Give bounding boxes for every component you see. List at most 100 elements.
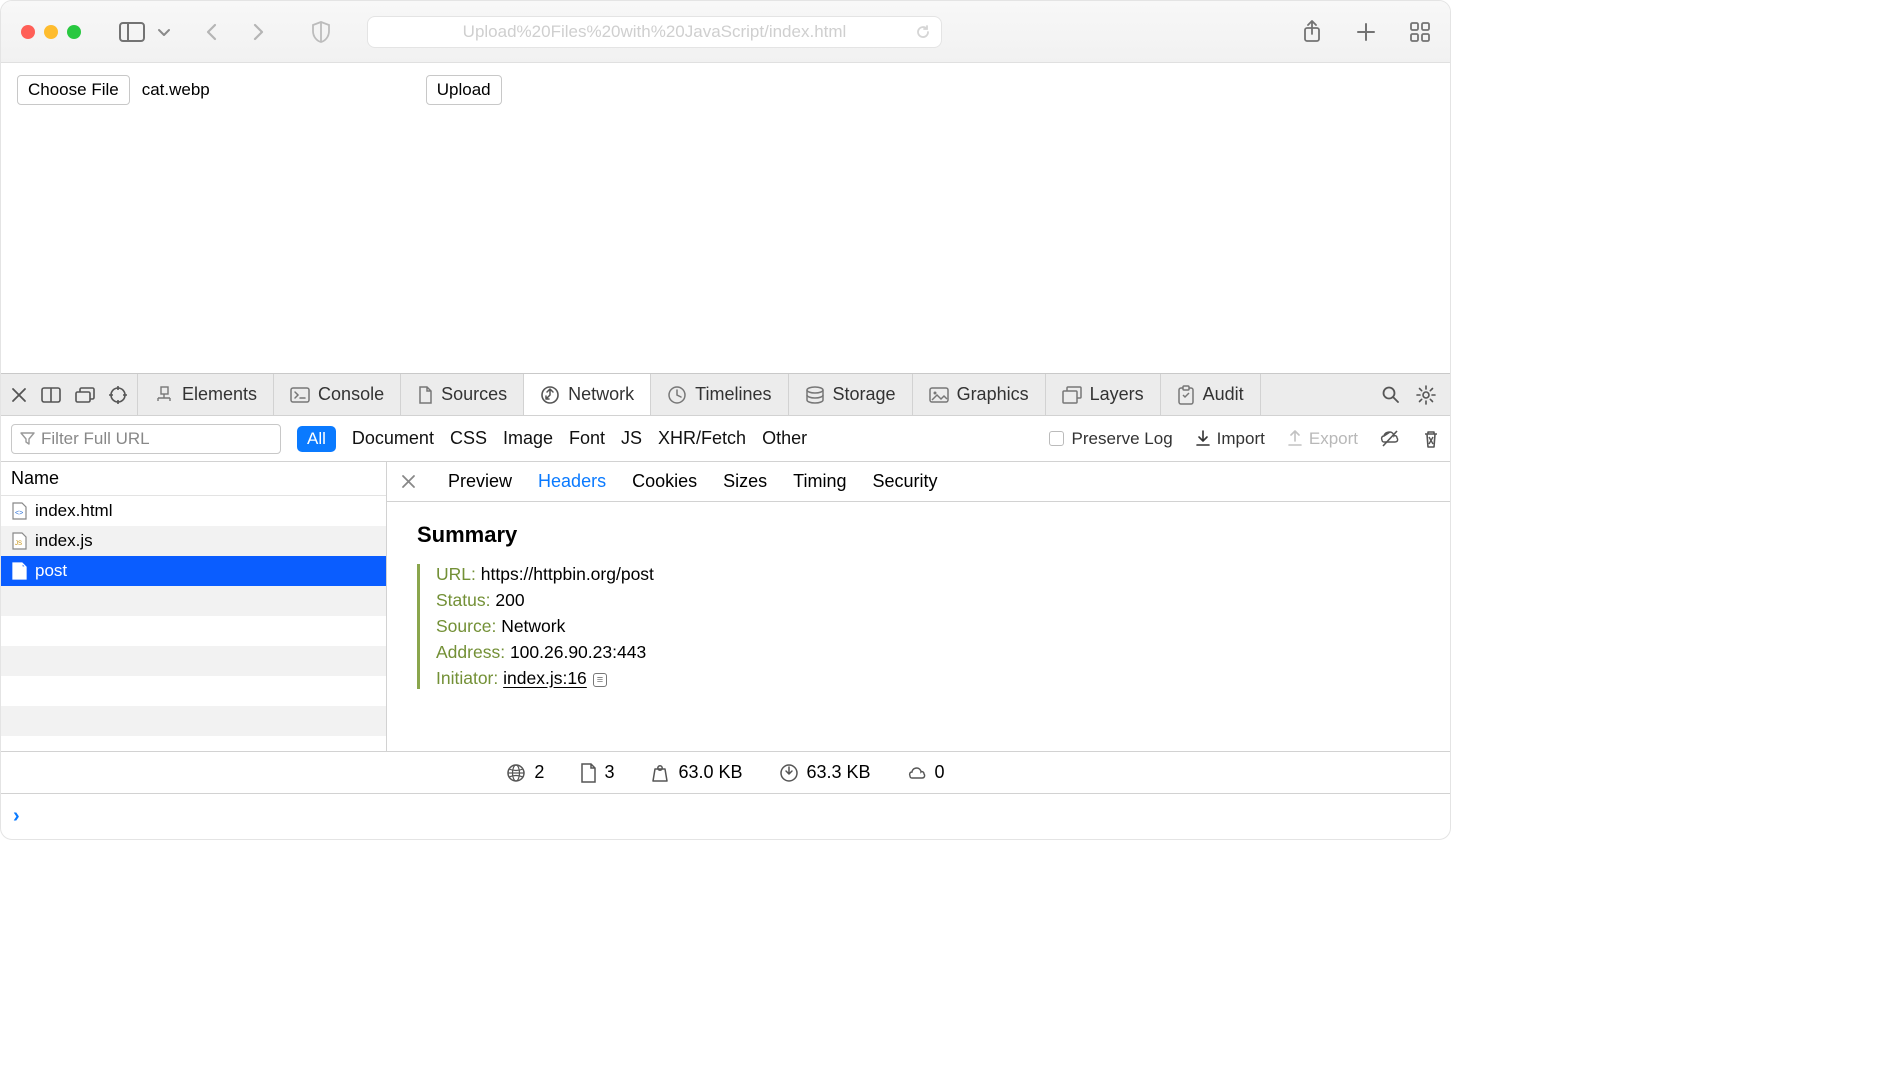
inspect-element-icon[interactable] [109, 386, 127, 404]
no-caching-icon[interactable] [1380, 429, 1400, 449]
titlebar: Upload%20Files%20with%20JavaScript/index… [1, 1, 1450, 63]
initiator-link[interactable]: index.js:16 [503, 668, 587, 688]
checkbox-icon [1049, 431, 1064, 446]
tab-storage[interactable]: Storage [789, 374, 913, 415]
tab-group-chevron-icon[interactable] [157, 25, 171, 39]
summary-status: Status: 200 [436, 590, 1420, 611]
tab-timelines[interactable]: Timelines [651, 374, 788, 415]
summary-url: URL: https://httpbin.org/post [436, 564, 1420, 585]
request-list-header[interactable]: Name [1, 462, 386, 496]
export-har-button[interactable]: Export [1287, 429, 1358, 449]
filter-xhr[interactable]: XHR/Fetch [658, 428, 746, 449]
filter-document[interactable]: Document [352, 428, 434, 449]
summary-heading: Summary [417, 522, 1420, 548]
file-input-widget: Choose File cat.webp [17, 75, 210, 105]
reload-icon[interactable] [915, 24, 931, 40]
close-details-icon[interactable] [401, 474, 416, 489]
clear-network-icon[interactable] [1422, 429, 1440, 449]
sidebar-toggle-icon[interactable] [119, 22, 145, 42]
file-icon [580, 763, 596, 783]
svg-text:<>: <> [15, 510, 23, 517]
console-drawer[interactable]: › [1, 793, 1450, 839]
filter-font[interactable]: Font [569, 428, 605, 449]
weight-icon [650, 764, 670, 782]
stat-errors: 0 [907, 762, 945, 783]
titlebar-right [1302, 20, 1430, 44]
tab-audit[interactable]: Audit [1161, 374, 1261, 415]
network-filter-bar: Filter Full URL All Document CSS Image F… [1, 416, 1450, 462]
request-row[interactable]: post [1, 556, 386, 586]
summary-source: Source: Network [436, 616, 1420, 637]
detail-tab-headers[interactable]: Headers [538, 471, 606, 492]
dock-side-icon[interactable] [41, 387, 61, 403]
back-button[interactable] [203, 23, 221, 41]
traffic-lights [21, 25, 81, 39]
url-bar[interactable]: Upload%20Files%20with%20JavaScript/index… [367, 16, 942, 48]
window-minimize-button[interactable] [44, 25, 58, 39]
new-tab-icon[interactable] [1356, 22, 1376, 42]
devtools: Elements Console Sources Network Timelin… [1, 373, 1450, 839]
request-list: <> index.html JS index.js post [1, 496, 386, 751]
detail-tab-cookies[interactable]: Cookies [632, 471, 697, 492]
devtools-search-icon[interactable] [1382, 386, 1400, 404]
summary-block: URL: https://httpbin.org/post Status: 20… [417, 564, 1420, 689]
stat-domains: 2 [506, 762, 544, 783]
summary-address: Address: 100.26.90.23:443 [436, 642, 1420, 663]
tab-elements[interactable]: Elements [138, 374, 274, 415]
tab-sources[interactable]: Sources [401, 374, 524, 415]
dock-popout-icon[interactable] [75, 387, 95, 403]
devtools-settings-icon[interactable] [1416, 385, 1436, 405]
filter-other[interactable]: Other [762, 428, 807, 449]
js-file-icon: JS [11, 532, 27, 550]
forward-button[interactable] [249, 23, 267, 41]
stat-size: 63.0 KB [650, 762, 742, 783]
transfer-icon [779, 763, 799, 783]
filter-css[interactable]: CSS [450, 428, 487, 449]
tab-overview-icon[interactable] [1410, 22, 1430, 42]
filter-image[interactable]: Image [503, 428, 553, 449]
tab-graphics[interactable]: Graphics [913, 374, 1046, 415]
request-list-panel: Name <> index.html JS index.js post [1, 462, 387, 751]
devtools-tabbar: Elements Console Sources Network Timelin… [1, 374, 1450, 416]
stat-resources: 3 [580, 762, 614, 783]
preserve-log-toggle[interactable]: Preserve Log [1049, 429, 1173, 449]
import-har-button[interactable]: Import [1195, 429, 1265, 449]
detail-tab-preview[interactable]: Preview [448, 471, 512, 492]
document-file-icon [11, 562, 27, 580]
page-content: Choose File cat.webp Upload [1, 63, 1450, 373]
devtools-left-controls [1, 374, 138, 415]
summary-initiator: Initiator: index.js:16≡ [436, 668, 1420, 689]
window-close-button[interactable] [21, 25, 35, 39]
filter-js[interactable]: JS [621, 428, 642, 449]
selected-file-name: cat.webp [142, 80, 210, 100]
html-file-icon: <> [11, 502, 27, 520]
devtools-right-controls [1368, 374, 1450, 415]
share-icon[interactable] [1302, 20, 1322, 44]
console-prompt-icon: › [13, 805, 20, 828]
tab-layers[interactable]: Layers [1046, 374, 1161, 415]
svg-text:JS: JS [15, 541, 22, 547]
detail-tab-sizes[interactable]: Sizes [723, 471, 767, 492]
window-zoom-button[interactable] [67, 25, 81, 39]
tab-network[interactable]: Network [524, 374, 651, 415]
devtools-body: Name <> index.html JS index.js post [1, 462, 1450, 751]
choose-file-button[interactable]: Choose File [17, 75, 130, 105]
details-tabbar: Preview Headers Cookies Sizes Timing Sec… [387, 462, 1450, 502]
upload-button[interactable]: Upload [426, 75, 502, 105]
privacy-shield-icon[interactable] [311, 21, 331, 43]
filter-all-pill[interactable]: All [297, 426, 336, 452]
initiator-badge-icon: ≡ [593, 673, 607, 687]
tab-console[interactable]: Console [274, 374, 401, 415]
summary-section: Summary URL: https://httpbin.org/post St… [387, 502, 1450, 709]
close-devtools-icon[interactable] [11, 387, 27, 403]
nav-arrows [203, 23, 267, 41]
globe-icon [506, 763, 526, 783]
request-row[interactable]: <> index.html [1, 496, 386, 526]
browser-window: Upload%20Files%20with%20JavaScript/index… [0, 0, 1451, 840]
cloud-icon [907, 765, 927, 781]
detail-tab-security[interactable]: Security [872, 471, 937, 492]
filter-url-input[interactable]: Filter Full URL [11, 424, 281, 454]
filter-icon [20, 431, 35, 446]
request-row[interactable]: JS index.js [1, 526, 386, 556]
detail-tab-timing[interactable]: Timing [793, 471, 846, 492]
